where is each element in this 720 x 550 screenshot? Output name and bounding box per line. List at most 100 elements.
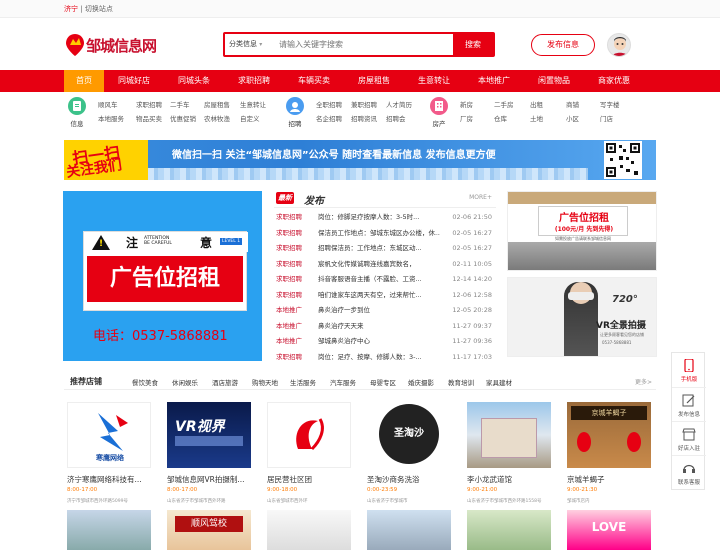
- post-category[interactable]: 求职招聘: [276, 226, 302, 242]
- post-title[interactable]: 鼻炎治疗一步到位: [318, 303, 440, 319]
- tab-baby[interactable]: 母婴专区: [370, 377, 396, 387]
- tab-furniture[interactable]: 家具建材: [486, 377, 512, 387]
- store-card[interactable]: VR视界 邹城信息网VR拍摄制... 8:00-17:00 山东省济宁市邹城市西…: [164, 402, 255, 550]
- cat-link[interactable]: 顺风车: [98, 99, 118, 109]
- list-item[interactable]: 求职招聘 宸帆文化传媒诚聘连线嘉宾数名， 02-11 10:05: [274, 257, 496, 273]
- cat-link[interactable]: 写字楼: [600, 99, 620, 109]
- tab-auto-services[interactable]: 汽车服务: [330, 377, 356, 387]
- post-info-button[interactable]: 发布信息: [531, 34, 595, 56]
- cat-link[interactable]: 优惠促销: [170, 113, 196, 123]
- post-title[interactable]: 招聘保洁员：工作地点：东城区动...: [318, 241, 440, 257]
- post-title[interactable]: 保洁员工作地点：邹城东城区办公楼，休...: [318, 226, 440, 242]
- nav-local-news[interactable]: 同城头条: [168, 70, 220, 92]
- store-card[interactable]: 京城羊蝎子 京城羊蝎子 9:00-21:30 邹城市店内 LOVE: [564, 402, 655, 550]
- contact-support-button[interactable]: 联系客服: [672, 455, 706, 489]
- cat-link[interactable]: 求职招聘: [136, 99, 162, 109]
- post-category[interactable]: 求职招聘: [276, 288, 302, 304]
- nav-second-hand[interactable]: 闲置物品: [528, 70, 580, 92]
- cat-link[interactable]: 二手车: [170, 99, 190, 109]
- cat-link[interactable]: 名企招聘: [316, 113, 342, 123]
- cat-link[interactable]: 房屋租售: [204, 99, 230, 109]
- nav-local-promo[interactable]: 本地推广: [468, 70, 520, 92]
- tab-education[interactable]: 教育培训: [448, 377, 474, 387]
- shop-join-button[interactable]: 好店入驻: [672, 421, 706, 455]
- post-category[interactable]: 本地推广: [276, 319, 302, 335]
- store-card[interactable]: 居民营社区团 9:00-18:00 山东省邹城市西外环: [264, 402, 355, 550]
- post-category[interactable]: 本地推广: [276, 303, 302, 319]
- list-item[interactable]: 本地推广 邹城鼻炎治疗中心 11-27 09:36: [274, 334, 496, 350]
- cat-link[interactable]: 出租: [530, 99, 543, 109]
- tab-shopping[interactable]: 购物天地: [252, 377, 278, 387]
- current-city[interactable]: 济宁: [64, 5, 78, 13]
- cat-link[interactable]: 自定义: [240, 113, 260, 123]
- vr-ad-banner[interactable]: 720° VR全景拍摄 让更多顾客看见您的店铺 0537-5868881: [507, 277, 657, 357]
- category-label-info[interactable]: 信息: [65, 118, 89, 128]
- ad-slider[interactable]: ! 注 ATTENTION BE CAREFUL 意 LEVEL 1 广告位招租 …: [63, 191, 262, 361]
- cat-link[interactable]: 小区: [566, 113, 579, 123]
- category-label-housing[interactable]: 房产: [427, 118, 451, 128]
- mobile-version-button[interactable]: 手机版: [672, 353, 706, 387]
- post-title[interactable]: 岗位：足疗、按摩、修脚人数：3-...: [318, 350, 440, 366]
- cat-link[interactable]: 仓库: [494, 113, 507, 123]
- nav-business-transfer[interactable]: 生意转让: [408, 70, 460, 92]
- post-category[interactable]: 求职招聘: [276, 210, 302, 226]
- store-name[interactable]: 居民营社区团: [267, 474, 355, 485]
- tab-hotel[interactable]: 酒店旅游: [212, 377, 238, 387]
- store-card[interactable]: 圣淘沙 圣淘沙商务洗浴 0:00-23:59 山东省济宁市邹城市: [364, 402, 452, 550]
- nav-local-shops[interactable]: 同城好店: [108, 70, 160, 92]
- search-button[interactable]: 搜索: [453, 34, 493, 55]
- cat-link[interactable]: 二手房: [494, 99, 514, 109]
- list-item[interactable]: 求职招聘 咱们谁家车这两天有空，过来帮忙... 12-06 12:58: [274, 288, 496, 304]
- cat-link[interactable]: 厂房: [460, 113, 473, 123]
- list-item[interactable]: 求职招聘 岗位：修脚足疗按摩人数：3-5时... 02-06 21:50: [274, 210, 496, 226]
- cat-link[interactable]: 招聘资讯: [351, 113, 377, 123]
- newest-more-link[interactable]: MORE+: [469, 194, 492, 201]
- list-item[interactable]: 求职招聘 招聘保洁员：工作地点：东城区动... 02-05 16:27: [274, 241, 496, 257]
- store-name[interactable]: 邹城信息网VR拍摄制...: [167, 474, 255, 485]
- post-category[interactable]: 求职招聘: [276, 257, 302, 273]
- switch-site-link[interactable]: 切换站点: [85, 5, 113, 13]
- store-name[interactable]: 李小龙武道馆: [467, 474, 555, 485]
- tab-life-services[interactable]: 生活服务: [290, 377, 316, 387]
- cat-link[interactable]: 门店: [600, 113, 613, 123]
- cat-link[interactable]: 生意转让: [240, 99, 266, 109]
- post-title[interactable]: 鼻炎治疗天天来: [318, 319, 440, 335]
- list-item[interactable]: 本地推广 鼻炎治疗天天来 11-27 09:37: [274, 319, 496, 335]
- wechat-banner[interactable]: 扫一扫 关注我们 微信扫一扫 关注“邹城信息网”公众号 随时查看最新信息 发布信…: [64, 140, 656, 180]
- post-title[interactable]: 咱们谁家车这两天有空，过来帮忙...: [318, 288, 440, 304]
- nav-housing[interactable]: 房屋租售: [348, 70, 400, 92]
- search-input[interactable]: [279, 36, 449, 53]
- cat-link[interactable]: 全职招聘: [316, 99, 342, 109]
- post-title[interactable]: 宸帆文化传媒诚聘连线嘉宾数名，: [318, 257, 440, 273]
- cat-link[interactable]: 农林牧渔: [204, 113, 230, 123]
- list-item[interactable]: 求职招聘 抖音客服语音主播（不露脸、工资... 12-14 14:20: [274, 272, 496, 288]
- tab-food[interactable]: 餐饮美食: [132, 377, 158, 387]
- ad-rental-banner[interactable]: 广告位招租 (100元/月 先到先得) 如需投放广告请联系邹城信息网: [507, 191, 657, 271]
- store-card[interactable]: 寒鹰网络 济宁寒鹰网络科技有... 8:00-17:00 济宁市邹城市西外环路5…: [64, 402, 155, 550]
- post-category[interactable]: 求职招聘: [276, 350, 302, 366]
- cat-link[interactable]: 物品买卖: [136, 113, 162, 123]
- tab-leisure[interactable]: 休闲娱乐: [172, 377, 198, 387]
- post-category[interactable]: 本地推广: [276, 334, 302, 350]
- list-item[interactable]: 求职招聘 岗位：足疗、按摩、修脚人数：3-... 11-17 17:03: [274, 350, 496, 366]
- post-category[interactable]: 求职招聘: [276, 272, 302, 288]
- store-name[interactable]: 济宁寒鹰网络科技有...: [67, 474, 155, 485]
- store-name[interactable]: 京城羊蝎子: [567, 474, 655, 485]
- list-item[interactable]: 本地推广 鼻炎治疗一步到位 12-05 20:28: [274, 303, 496, 319]
- cat-link[interactable]: 土地: [530, 113, 543, 123]
- nav-merchant-deals[interactable]: 商家优惠: [588, 70, 640, 92]
- cat-link[interactable]: 招聘会: [386, 113, 406, 123]
- nav-home[interactable]: 首页: [64, 70, 104, 92]
- nav-vehicles[interactable]: 车辆买卖: [288, 70, 340, 92]
- tab-wedding[interactable]: 婚庆摄影: [408, 377, 434, 387]
- cat-link[interactable]: 新房: [460, 99, 473, 109]
- cat-link[interactable]: 兼职招聘: [351, 99, 377, 109]
- nav-jobs[interactable]: 求职招聘: [228, 70, 280, 92]
- search-category-select[interactable]: 分类信息 ▾: [229, 34, 274, 55]
- store-card[interactable]: 李小龙武道馆 9:00-21:00 山东省济宁市邹城市西外环路1558号: [464, 402, 555, 550]
- sidebar-post-button[interactable]: 发布信息: [672, 387, 706, 421]
- category-label-jobs[interactable]: 招聘: [283, 118, 307, 128]
- list-item[interactable]: 求职招聘 保洁员工作地点：邹城东城区办公楼，休... 02-05 16:27: [274, 226, 496, 242]
- post-title[interactable]: 抖音客服语音主播（不露脸、工资...: [318, 272, 440, 288]
- stores-more-link[interactable]: 更多>: [635, 377, 652, 386]
